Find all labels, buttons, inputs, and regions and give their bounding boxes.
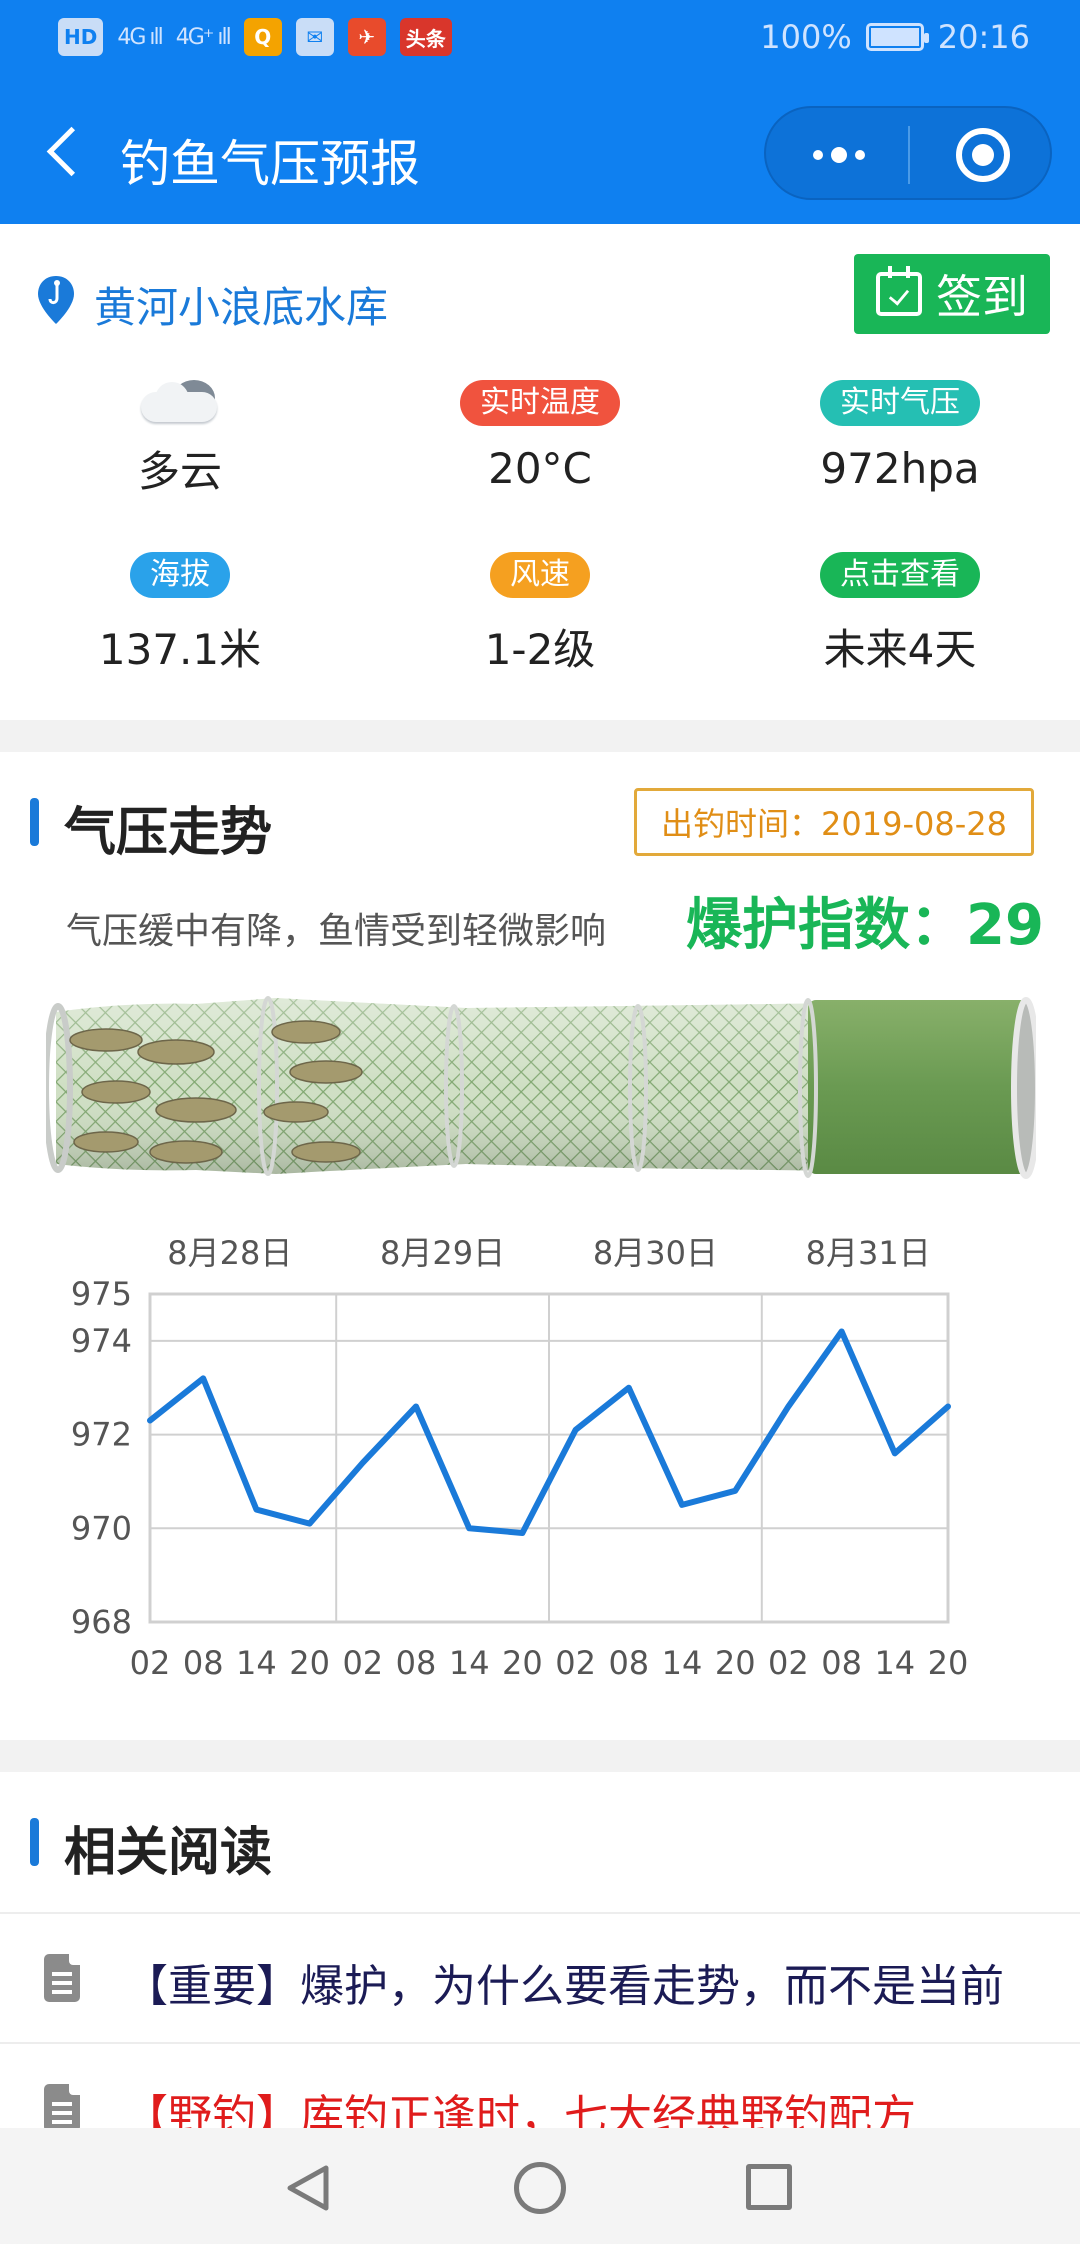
pressure-value: 972hpa xyxy=(820,444,980,493)
altitude-badge: 海拔 xyxy=(130,552,230,598)
cloudy-icon xyxy=(139,376,221,422)
x-axis: 02 08 14 20 02 08 14 20 02 08 14 20 02 08 14 20 xyxy=(130,1644,969,1682)
forecast-stat[interactable]: 点击查看 未来4天 xyxy=(720,552,1080,677)
day-label: 8月29日 xyxy=(380,1234,505,1272)
section-title: 相关阅读 xyxy=(64,1823,273,1883)
back-arrow-icon[interactable] xyxy=(40,122,100,182)
x-tick-label: 02 xyxy=(130,1644,171,1682)
weather-condition-value: 多云 xyxy=(137,447,222,496)
x-tick-label: 20 xyxy=(502,1644,543,1682)
article-title[interactable]: 【重要】爆护，为什么要看走势，而不是当前 xyxy=(124,1950,1004,2014)
x-tick-label: 08 xyxy=(183,1644,224,1682)
battery-icon xyxy=(865,23,929,51)
status-bar: HD 4G ıll 4G⁺ ıll Q ✉ ✈ 头条 100% 20:16 xyxy=(0,0,1080,82)
chart-grid xyxy=(148,1292,950,1624)
battery-percent: 100% xyxy=(760,18,852,56)
calendar-check-icon xyxy=(876,266,922,316)
altitude-value: 137.1米 xyxy=(98,625,262,674)
y-axis: 968 970 972 974 975 xyxy=(71,1275,132,1641)
system-navigation-bar xyxy=(0,2128,1080,2244)
message-icon: ✉ xyxy=(295,18,334,56)
x-tick-label: 14 xyxy=(236,1644,277,1682)
more-icon[interactable] xyxy=(796,128,882,182)
x-tick-label: 02 xyxy=(555,1644,596,1682)
related-reading-card: 相关阅读 【重要】爆护，为什么要看走势，而不是当前 【野钓】库钓正逢时，七大经典… xyxy=(0,1772,1080,2142)
day-label: 8月30日 xyxy=(593,1234,718,1272)
y-tick-label: 975 xyxy=(71,1275,132,1313)
x-tick-label: 02 xyxy=(342,1644,383,1682)
y-tick-label: 970 xyxy=(71,1509,132,1547)
x-tick-label: 14 xyxy=(662,1644,703,1682)
x-tick-label: 20 xyxy=(928,1644,969,1682)
temperature-value: 20°C xyxy=(488,444,592,493)
page-title: 钓鱼气压预报 xyxy=(120,135,420,193)
section-accent-bar xyxy=(30,1818,39,1866)
signal-icon: 4G ıll xyxy=(117,24,163,50)
day-labels: 8月28日 8月29日 8月30日 8月31日 xyxy=(167,1234,930,1272)
wind-value: 1-2级 xyxy=(484,625,596,674)
section-title: 气压走势 xyxy=(64,803,273,863)
signal-icon: 4G⁺ ıll xyxy=(175,24,232,50)
document-icon xyxy=(44,1953,81,2002)
location-pin-icon xyxy=(38,276,74,324)
pressure-stat: 实时气压 972hpa xyxy=(720,380,1080,493)
weather-condition: 多云 xyxy=(0,376,360,499)
status-icons-right: 100% 20:16 xyxy=(760,18,1030,56)
temperature-stat: 实时温度 20°C xyxy=(360,380,720,493)
toutiao-icon: 头条 xyxy=(399,18,452,56)
nav-back-icon[interactable] xyxy=(282,2162,334,2214)
nav-recent-apps-icon[interactable] xyxy=(746,2164,792,2210)
checkin-button[interactable]: 签到 xyxy=(854,254,1050,334)
document-icon xyxy=(44,2083,81,2132)
x-tick-label: 20 xyxy=(289,1644,330,1682)
keepnet-fill xyxy=(808,1000,1028,1174)
pressure-trend-card: 气压走势 出钓时间：2019-08-28 气压缓中有降，鱼情受到轻微影响 爆护指… xyxy=(0,752,1080,1740)
x-tick-label: 08 xyxy=(396,1644,437,1682)
miniprogram-capsule xyxy=(764,106,1052,200)
weather-card: 黄河小浪底水库 签到 多云 实时温度 20°C 实时气压 972hpa 海拔 1… xyxy=(0,224,1080,720)
view-forecast-button[interactable]: 点击查看 xyxy=(820,552,980,598)
close-miniprogram-icon[interactable] xyxy=(956,128,1010,182)
day-label: 8月28日 xyxy=(167,1234,292,1272)
capsule-divider xyxy=(908,126,910,184)
catch-index: 爆护指数：29 xyxy=(686,893,1044,958)
x-tick-label: 20 xyxy=(715,1644,756,1682)
y-tick-label: 972 xyxy=(71,1416,132,1454)
nav-bar: 钓鱼气压预报 xyxy=(0,82,1080,224)
temperature-badge: 实时温度 xyxy=(460,380,620,426)
app-notification-icon: ✈ xyxy=(347,18,386,56)
trend-description: 气压缓中有降，鱼情受到轻微影响 xyxy=(66,911,607,952)
wind-stat: 风速 1-2级 xyxy=(360,552,720,677)
location-name[interactable]: 黄河小浪底水库 xyxy=(94,274,388,335)
x-tick-label: 08 xyxy=(821,1644,862,1682)
altitude-stat: 海拔 137.1米 xyxy=(0,552,360,677)
fishing-time-selector[interactable]: 出钓时间：2019-08-28 xyxy=(634,788,1034,856)
clock: 20:16 xyxy=(937,18,1030,56)
pressure-badge: 实时气压 xyxy=(820,380,980,426)
forecast-value[interactable]: 未来4天 xyxy=(720,616,1080,677)
wind-badge: 风速 xyxy=(490,552,590,598)
article-item[interactable]: 【重要】爆护，为什么要看走势，而不是当前 xyxy=(0,1914,1080,2042)
x-tick-label: 02 xyxy=(768,1644,809,1682)
day-label: 8月31日 xyxy=(806,1234,931,1272)
x-tick-label: 14 xyxy=(449,1644,490,1682)
fish-keepnet-gauge xyxy=(46,996,1036,1179)
status-icons-left: HD 4G ıll 4G⁺ ıll Q ✉ ✈ 头条 xyxy=(58,18,452,56)
x-tick-label: 14 xyxy=(874,1644,915,1682)
y-tick-label: 968 xyxy=(71,1603,132,1641)
pressure-line-chart: 968 970 972 974 975 02 08 14 20 02 08 14 20 02 08 14 20… xyxy=(71,1234,969,1682)
x-tick-label: 08 xyxy=(608,1644,649,1682)
app-notification-icon: Q xyxy=(243,18,282,56)
hd-icon: HD xyxy=(58,18,104,56)
nav-home-icon[interactable] xyxy=(514,2162,566,2214)
checkin-label: 签到 xyxy=(936,270,1028,324)
section-accent-bar xyxy=(30,798,39,846)
y-tick-label: 974 xyxy=(71,1322,132,1360)
